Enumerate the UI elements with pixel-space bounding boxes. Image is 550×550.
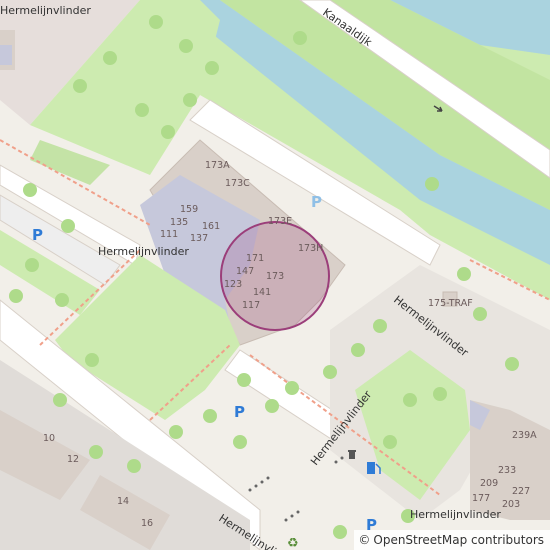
street-label-hermelijnvlinder: Hermelijnvlinder — [0, 4, 91, 17]
house-number: 12 — [67, 454, 79, 465]
parking-icon: P — [32, 226, 43, 244]
house-number: 171 — [246, 253, 264, 264]
street-label-hermelijnvlinder: Hermelijnvlinder — [410, 508, 501, 521]
house-number: 161 — [202, 221, 220, 232]
house-number: 141 — [253, 287, 271, 298]
house-number: 14 — [117, 496, 129, 507]
house-number: 16 — [141, 518, 153, 529]
map-canvas: 173A 173C 159 135 161 111 137 173E 173H … — [0, 0, 550, 550]
parking-icon: P — [234, 403, 245, 421]
parking-icon: P — [311, 193, 322, 211]
house-number: 111 — [160, 229, 178, 240]
house-number: 177 — [472, 493, 490, 504]
house-number: 173E — [268, 216, 292, 227]
copyright-symbol: © — [358, 533, 371, 547]
map-view[interactable]: 173A 173C 159 135 161 111 137 173E 173H … — [0, 0, 550, 550]
house-number: 137 — [190, 233, 208, 244]
house-number: 233 — [498, 465, 516, 476]
street-label-hermelijnvlinder: Hermelijnvlinder — [98, 245, 189, 258]
house-number: 175-TRAF — [428, 298, 473, 309]
house-number: 159 — [180, 204, 198, 215]
house-number: 173 — [266, 271, 284, 282]
house-number: 203 — [502, 499, 520, 510]
house-number: 147 — [236, 266, 254, 277]
recycling-icon: ♻ — [287, 536, 299, 550]
house-number: 173A — [205, 160, 230, 171]
house-number: 173H — [298, 243, 323, 254]
attribution: © OpenStreetMap contributors — [354, 530, 550, 550]
house-number: 173C — [225, 178, 250, 189]
waste-basket-icon — [348, 450, 356, 459]
house-number: 117 — [242, 300, 260, 311]
house-number: 239A — [512, 430, 537, 441]
house-number: 135 — [170, 217, 188, 228]
house-number: 209 — [480, 478, 498, 489]
house-number: 227 — [512, 486, 530, 497]
house-number: 123 — [224, 279, 242, 290]
attribution-link[interactable]: OpenStreetMap contributors — [373, 533, 544, 547]
house-number: 10 — [43, 433, 55, 444]
